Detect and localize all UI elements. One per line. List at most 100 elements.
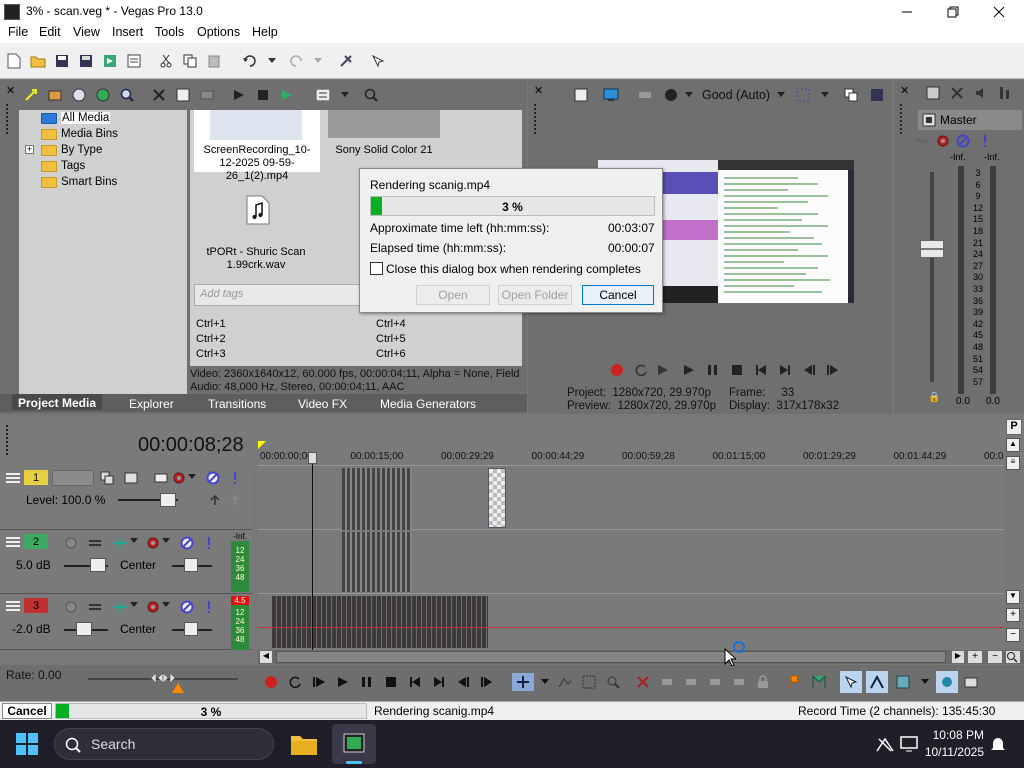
- menu-file[interactable]: File: [4, 25, 32, 39]
- overlays-icon[interactable]: [794, 86, 812, 104]
- pause-icon[interactable]: [704, 361, 722, 379]
- zoom-edit-tool-icon[interactable]: [604, 673, 622, 691]
- stop-icon[interactable]: [382, 673, 400, 691]
- automatic-crossfades-icon[interactable]: [866, 671, 888, 693]
- copy-icon[interactable]: [180, 51, 200, 71]
- vegas-taskbar-button[interactable]: [332, 724, 376, 764]
- insert-region-icon[interactable]: [810, 673, 828, 691]
- arm-for-record-icon[interactable]: [64, 600, 78, 614]
- open-folder-button[interactable]: Open Folder: [498, 285, 572, 305]
- trim-end-icon[interactable]: [706, 673, 724, 691]
- track-name-field[interactable]: [52, 470, 94, 486]
- cancel-render-button[interactable]: Cancel: [2, 703, 52, 719]
- panel-close-icon[interactable]: ✕: [6, 84, 15, 97]
- dim-output-icon[interactable]: [972, 84, 990, 102]
- track-settings-gear-icon[interactable]: [146, 600, 160, 614]
- master-fader-handle[interactable]: [920, 240, 944, 258]
- master-settings-gear-icon[interactable]: [934, 132, 952, 150]
- mute-icon[interactable]: [180, 536, 194, 550]
- file-explorer-icon[interactable]: [290, 732, 318, 756]
- master-more-icon[interactable]: [976, 132, 994, 150]
- external-monitor-icon[interactable]: [602, 86, 620, 104]
- envelope-tool-icon[interactable]: [556, 673, 574, 691]
- panel-close-icon[interactable]: ✕: [534, 84, 543, 97]
- go-to-start-icon[interactable]: [752, 361, 770, 379]
- taskbar-date[interactable]: 10/11/2025: [922, 745, 984, 759]
- track-collapse-icon[interactable]: [6, 600, 20, 612]
- track-header-video-1[interactable]: 1 Level: 100.0 %: [0, 466, 252, 530]
- menu-options[interactable]: Options: [193, 25, 244, 39]
- menu-tools[interactable]: Tools: [151, 25, 188, 39]
- normal-edit-tool-icon[interactable]: [512, 673, 534, 691]
- solid-color-clip[interactable]: [488, 468, 506, 528]
- track-fx-icon[interactable]: [88, 600, 102, 614]
- previous-frame-icon[interactable]: [454, 673, 472, 691]
- previous-frame-icon[interactable]: [800, 361, 818, 379]
- master-fx-icon[interactable]: [914, 132, 932, 150]
- tree-item-media-bins[interactable]: Media Bins: [41, 128, 118, 140]
- arm-for-record-icon[interactable]: [64, 536, 78, 550]
- audio-file-icon[interactable]: [246, 195, 270, 225]
- media-fx-icon[interactable]: [198, 86, 216, 104]
- tree-item-by-type[interactable]: By Type: [41, 144, 102, 156]
- cancel-button[interactable]: Cancel: [582, 285, 654, 305]
- capture-video-icon[interactable]: [46, 86, 64, 104]
- settings-dropdown-icon[interactable]: [188, 474, 202, 488]
- routing-dropdown-icon[interactable]: [130, 602, 144, 616]
- next-frame-icon[interactable]: [824, 361, 842, 379]
- panel-close-icon[interactable]: ✕: [900, 84, 909, 97]
- volume-envelope[interactable]: [258, 627, 1004, 628]
- scroll-right-icon[interactable]: ▶: [952, 651, 964, 663]
- playhead-handle[interactable]: [308, 452, 317, 464]
- track-lane-1[interactable]: [258, 466, 1004, 530]
- whats-this-help-icon[interactable]: [368, 51, 388, 71]
- tab-video-fx[interactable]: Video FX: [298, 397, 347, 411]
- selection-tool-icon[interactable]: [580, 673, 598, 691]
- track-settings-gear-icon[interactable]: [146, 536, 160, 550]
- open-button[interactable]: Open: [416, 285, 490, 305]
- solid-color-thumbnail[interactable]: [328, 110, 440, 138]
- tab-transitions[interactable]: Transitions: [208, 397, 266, 411]
- copy-snapshot-icon[interactable]: [842, 86, 860, 104]
- cut-icon[interactable]: [156, 51, 176, 71]
- video-clip[interactable]: [342, 468, 412, 530]
- stop-icon[interactable]: [728, 361, 746, 379]
- parent-composite-icon[interactable]: [208, 493, 222, 507]
- tree-item-tags[interactable]: Tags: [41, 160, 85, 172]
- windows-start-icon[interactable]: [16, 733, 38, 755]
- track-routing-icon[interactable]: [112, 536, 127, 550]
- panel-grip[interactable]: [6, 104, 12, 134]
- tab-explorer[interactable]: Explorer: [129, 397, 174, 411]
- open-icon[interactable]: [28, 51, 48, 71]
- paste-icon[interactable]: [204, 51, 224, 71]
- close-when-done-checkbox[interactable]: [370, 262, 383, 275]
- display-icon[interactable]: [900, 736, 918, 752]
- track-collapse-icon[interactable]: [6, 536, 20, 548]
- expand-icon[interactable]: +: [25, 145, 34, 154]
- playhead-cursor[interactable]: [312, 452, 313, 650]
- loop-playback-icon[interactable]: [632, 361, 650, 379]
- overlays-dropdown-icon[interactable]: [816, 86, 834, 104]
- lock-envelopes-icon[interactable]: [936, 671, 958, 693]
- timeline-grip[interactable]: [6, 425, 12, 455]
- zoom-in-icon[interactable]: +: [968, 651, 982, 663]
- snapping-dropdown-icon[interactable]: [916, 673, 934, 691]
- vertical-scrollbar[interactable]: ▲ ≡ ▼ + −: [1006, 438, 1020, 650]
- insert-marker-icon[interactable]: [786, 673, 804, 691]
- audio-clip[interactable]: [342, 532, 412, 592]
- video-fx-dropdown-icon[interactable]: [680, 86, 698, 104]
- downmix-icon[interactable]: [948, 84, 966, 102]
- go-to-end-icon[interactable]: [430, 673, 448, 691]
- track-settings-gear-icon[interactable]: [172, 471, 186, 485]
- network-icon[interactable]: [876, 736, 894, 752]
- scroll-thumb[interactable]: [276, 651, 946, 663]
- play-from-start-icon[interactable]: [310, 673, 328, 691]
- lock-icon[interactable]: [754, 673, 772, 691]
- trim-icon[interactable]: [658, 673, 676, 691]
- render-as-icon[interactable]: [100, 51, 120, 71]
- menu-help[interactable]: Help: [248, 25, 282, 39]
- import-media-icon[interactable]: [22, 86, 40, 104]
- mute-icon[interactable]: [206, 471, 220, 485]
- track-lane-2[interactable]: [258, 530, 1004, 594]
- solo-icon[interactable]: [206, 536, 220, 550]
